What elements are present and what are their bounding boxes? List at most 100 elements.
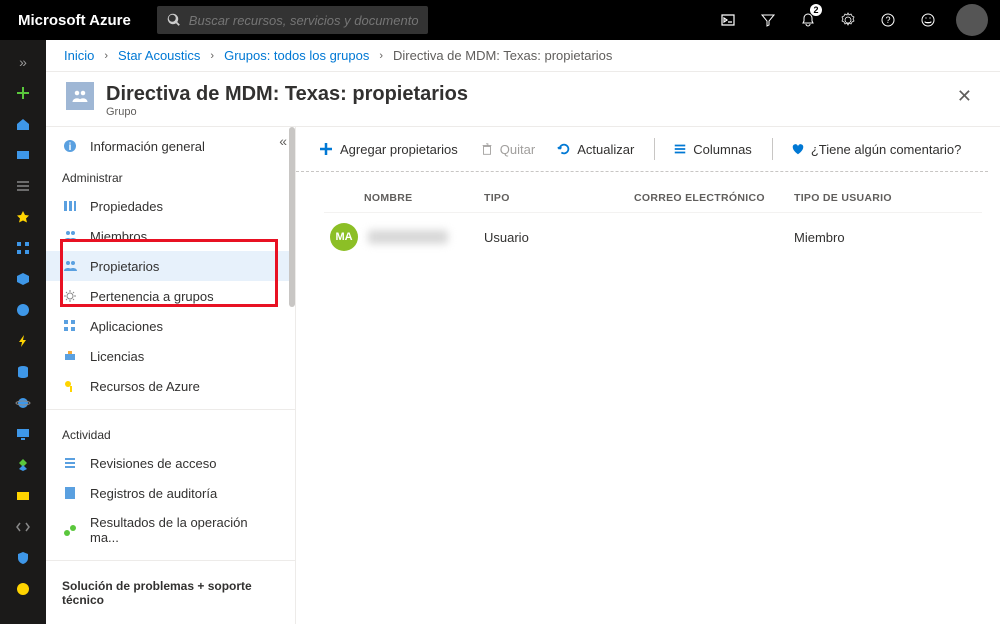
main-pane: Agregar propietarios Quitar Actualizar C… bbox=[296, 127, 1000, 624]
left-rail: » bbox=[0, 40, 46, 624]
nav-section-title: Actividad bbox=[46, 418, 295, 448]
key-icon bbox=[62, 378, 78, 394]
breadcrumb-current: Directiva de MDM: Texas: propietarios bbox=[393, 48, 612, 63]
collapse-nav-icon[interactable]: « bbox=[279, 133, 287, 149]
filter-icon[interactable] bbox=[748, 0, 788, 40]
rail-home-icon[interactable] bbox=[0, 108, 46, 139]
page-subtitle: Grupo bbox=[106, 106, 468, 118]
table-header: NOMBRE TIPO CORREO ELECTRÓNICO TIPO DE U… bbox=[324, 184, 982, 212]
cmd-label: Actualizar bbox=[577, 142, 634, 157]
rail-cube-icon[interactable] bbox=[0, 263, 46, 294]
cell-type: Usuario bbox=[484, 230, 634, 245]
results-icon bbox=[62, 522, 78, 538]
nav-licenses[interactable]: Licencias bbox=[46, 341, 295, 371]
add-owners-button[interactable]: Agregar propietarios bbox=[308, 135, 468, 163]
trash-icon bbox=[480, 142, 494, 156]
nav-label: Propiedades bbox=[90, 199, 163, 214]
breadcrumb-link[interactable]: Star Acoustics bbox=[118, 48, 200, 63]
rail-monitor-icon[interactable] bbox=[0, 418, 46, 449]
nav-section-title: Administrar bbox=[46, 161, 295, 191]
nav-azure-resources[interactable]: Recursos de Azure bbox=[46, 371, 295, 401]
search-icon bbox=[167, 13, 181, 27]
rail-expand-icon[interactable]: » bbox=[0, 46, 46, 77]
blade-nav: « i Información general Administrar Prop… bbox=[46, 127, 296, 624]
blade-header: Directiva de MDM: Texas: propietarios Gr… bbox=[46, 72, 1000, 126]
rail-card-icon[interactable] bbox=[0, 480, 46, 511]
nav-label: Resultados de la operación ma... bbox=[90, 515, 279, 545]
page-title: Directiva de MDM: Texas: propietarios bbox=[106, 82, 468, 106]
breadcrumb-link[interactable]: Inicio bbox=[64, 48, 94, 63]
col-usertype[interactable]: TIPO DE USUARIO bbox=[794, 192, 982, 204]
breadcrumb-link[interactable]: Grupos: todos los grupos bbox=[224, 48, 369, 63]
nav-members[interactable]: Miembros bbox=[46, 221, 295, 251]
members-icon bbox=[62, 228, 78, 244]
rail-advisor-icon[interactable] bbox=[0, 449, 46, 480]
apps-icon bbox=[62, 318, 78, 334]
cmd-label: ¿Tiene algún comentario? bbox=[811, 142, 962, 157]
azure-logo[interactable]: Microsoft Azure bbox=[0, 12, 149, 29]
user-avatar[interactable] bbox=[956, 4, 988, 36]
rail-shield-icon[interactable] bbox=[0, 542, 46, 573]
info-icon: i bbox=[62, 138, 78, 154]
group-icon bbox=[66, 82, 94, 110]
rail-planet-icon[interactable] bbox=[0, 387, 46, 418]
smile-icon[interactable] bbox=[908, 0, 948, 40]
columns-button[interactable]: Columnas bbox=[663, 136, 762, 163]
cmd-label: Agregar propietarios bbox=[340, 142, 458, 157]
rail-bolt-icon[interactable] bbox=[0, 325, 46, 356]
plus-icon bbox=[318, 141, 334, 157]
breadcrumb: Inicio › Star Acoustics › Grupos: todos … bbox=[46, 40, 1000, 72]
rail-code-icon[interactable] bbox=[0, 511, 46, 542]
rail-cost-icon[interactable] bbox=[0, 573, 46, 604]
notifications-icon[interactable]: 2 bbox=[788, 0, 828, 40]
rail-grid-icon[interactable] bbox=[0, 232, 46, 263]
gear-icon bbox=[62, 288, 78, 304]
avatar-initials: MA bbox=[330, 223, 358, 251]
cell-usertype: Miembro bbox=[794, 230, 982, 245]
rail-sql-icon[interactable] bbox=[0, 356, 46, 387]
columns-icon bbox=[673, 142, 687, 156]
log-icon bbox=[62, 485, 78, 501]
nav-bulk-results[interactable]: Resultados de la operación ma... bbox=[46, 508, 295, 552]
nav-label: Información general bbox=[90, 139, 205, 154]
help-icon[interactable]: ? bbox=[868, 0, 908, 40]
col-email[interactable]: CORREO ELECTRÓNICO bbox=[634, 192, 794, 204]
search-box[interactable] bbox=[157, 6, 429, 34]
refresh-icon bbox=[557, 142, 571, 156]
search-input[interactable] bbox=[189, 13, 419, 28]
cloud-shell-icon[interactable] bbox=[708, 0, 748, 40]
col-name[interactable]: NOMBRE bbox=[324, 192, 484, 204]
nav-label: Revisiones de acceso bbox=[90, 456, 216, 471]
nav-applications[interactable]: Aplicaciones bbox=[46, 311, 295, 341]
nav-label: Registros de auditoría bbox=[90, 486, 217, 501]
feedback-button[interactable]: ¿Tiene algún comentario? bbox=[781, 136, 972, 163]
col-type[interactable]: TIPO bbox=[484, 192, 634, 204]
nav-footer: Solución de problemas + soporte técnico bbox=[46, 569, 295, 613]
notification-badge: 2 bbox=[810, 4, 822, 16]
nav-label: Propietarios bbox=[90, 259, 159, 274]
nav-audit-logs[interactable]: Registros de auditoría bbox=[46, 478, 295, 508]
svg-text:?: ? bbox=[886, 15, 891, 25]
rail-star-icon[interactable] bbox=[0, 201, 46, 232]
gear-icon[interactable] bbox=[828, 0, 868, 40]
rail-dashboard-icon[interactable] bbox=[0, 139, 46, 170]
rail-globe-icon[interactable] bbox=[0, 294, 46, 325]
redacted-name bbox=[368, 230, 448, 244]
rail-create-icon[interactable] bbox=[0, 77, 46, 108]
owners-icon bbox=[62, 258, 78, 274]
nav-group-memberships[interactable]: Pertenencia a grupos bbox=[46, 281, 295, 311]
cmd-label: Quitar bbox=[500, 142, 535, 157]
command-bar: Agregar propietarios Quitar Actualizar C… bbox=[296, 127, 1000, 171]
table-row[interactable]: MA Usuario Miembro bbox=[324, 212, 982, 261]
nav-access-reviews[interactable]: Revisiones de acceso bbox=[46, 448, 295, 478]
refresh-button[interactable]: Actualizar bbox=[547, 136, 644, 163]
close-icon[interactable]: ✕ bbox=[949, 82, 980, 111]
nav-overview[interactable]: i Información general bbox=[46, 131, 295, 161]
scrollbar-thumb[interactable] bbox=[289, 127, 295, 307]
heart-icon bbox=[791, 142, 805, 156]
nav-properties[interactable]: Propiedades bbox=[46, 191, 295, 221]
nav-label: Miembros bbox=[90, 229, 147, 244]
nav-owners[interactable]: Propietarios bbox=[46, 251, 295, 281]
cmd-label: Columnas bbox=[693, 142, 752, 157]
rail-list-icon[interactable] bbox=[0, 170, 46, 201]
